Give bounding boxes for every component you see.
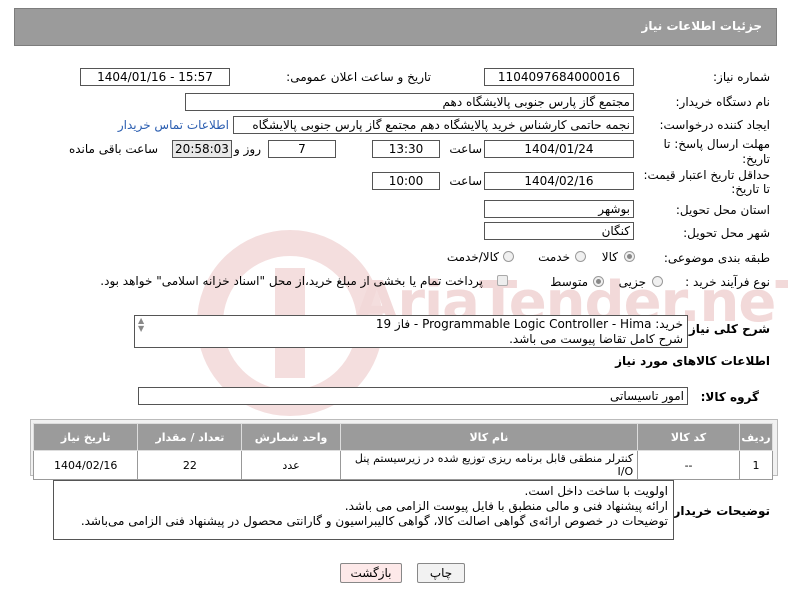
deadline-label: مهلت ارسال پاسخ: تا <box>663 137 770 151</box>
treasury-checkbox[interactable] <box>497 275 508 286</box>
province-label: استان محل تحویل: <box>675 203 770 217</box>
cell-unit: عدد <box>241 450 341 480</box>
city-label: شهر محل تحویل: <box>683 226 770 240</box>
remaining-time-label: ساعت باقی مانده <box>68 142 158 156</box>
deadline-days-field: 7 <box>268 140 336 158</box>
buyer-notes-line-2: ارائه پیشنهاد فنی و مالی منطبق با فایل پ… <box>344 499 668 513</box>
goods-group-label: گروه کالا: <box>700 390 759 404</box>
deadline-time-label: ساعت <box>449 142 482 156</box>
process-medium-radio[interactable] <box>593 276 604 287</box>
deadline-time-field: 13:30 <box>372 140 440 158</box>
scroll-arrows-icon[interactable]: ▲ ▼ <box>138 317 144 333</box>
deadline-date-field: 1404/01/24 <box>484 140 634 158</box>
description-line-2: شرح کامل تقاضا پیوست می باشد. <box>509 332 683 346</box>
category-service-radio[interactable] <box>575 251 586 262</box>
page-title: جزئیات اطلاعات نیاز <box>641 19 762 33</box>
category-goods-radio[interactable] <box>624 251 635 262</box>
validity-time-label: ساعت <box>449 174 482 188</box>
validity-time-field: 10:00 <box>372 172 440 190</box>
buyer-notes-line-3: توضیحات در خصوص ارائه‌ی گواهی اصالت کالا… <box>80 514 668 528</box>
requester-label: ایجاد کننده درخواست: <box>659 118 770 132</box>
remaining-time-field: 20:58:03 <box>172 140 232 158</box>
description-field: خرید: Programmable Logic Controller - Hi… <box>134 315 688 348</box>
goods-group-field: امور تاسیساتی <box>138 387 688 405</box>
col-code: کد کالا <box>637 423 740 451</box>
cell-code: -- <box>637 450 740 480</box>
page-header: جزئیات اطلاعات نیاز <box>14 8 777 46</box>
announce-label: تاریخ و ساعت اعلان عمومی: <box>286 70 431 84</box>
need-number-label: شماره نیاز: <box>713 70 770 84</box>
validity-label-2: تا تاریخ: <box>731 182 770 196</box>
buyer-notes-label: توضیحات خریدار: <box>668 504 770 518</box>
goods-info-title: اطلاعات کالاهای مورد نیاز <box>615 354 770 368</box>
col-row: ردیف <box>738 423 774 451</box>
category-goods-label: کالا <box>601 250 618 264</box>
city-field: کنگان <box>484 222 634 240</box>
category-service-label: خدمت <box>538 250 570 264</box>
process-minor-radio[interactable] <box>652 276 663 287</box>
requester-field: نجمه حاتمی کارشناس خرید پالایشگاه دهم مج… <box>233 116 634 134</box>
back-button[interactable]: بازگشت <box>340 563 402 583</box>
cell-date: 1404/02/16 <box>32 450 139 480</box>
category-both-label: کالا/خدمت <box>446 250 499 264</box>
category-label: طبقه بندی موضوعی: <box>663 251 770 265</box>
process-medium-label: متوسط <box>550 275 588 289</box>
province-field: بوشهر <box>484 200 634 218</box>
process-label: نوع فرآیند خرید : <box>685 275 770 289</box>
description-line-1: خرید: Programmable Logic Controller - Hi… <box>375 317 683 331</box>
buyer-contact-link[interactable]: اطلاعات تماس خریدار <box>118 118 229 132</box>
buyer-notes-field: اولویت با ساخت داخل است. ارائه پیشنهاد ف… <box>53 480 674 540</box>
items-table: تاریخ نیاز تعداد / مقدار واحد شمارش نام … <box>32 423 774 480</box>
category-both-radio[interactable] <box>503 251 514 262</box>
validity-date-field: 1404/02/16 <box>484 172 634 190</box>
cell-name: کنترلر منطقی قابل برنامه ریزی توزیع شده … <box>339 450 639 480</box>
buyer-notes-line-1: اولویت با ساخت داخل است. <box>524 484 668 498</box>
treasury-note: پرداخت تمام یا بخشی از مبلغ خرید،از محل … <box>100 274 483 288</box>
cell-qty: 22 <box>137 450 243 480</box>
buyer-org-label: نام دستگاه خریدار: <box>675 95 771 109</box>
validity-label: حداقل تاریخ اعتبار قیمت: <box>643 168 770 182</box>
cell-row: 1 <box>738 450 774 480</box>
need-number-field: 1104097684000016 <box>484 68 634 86</box>
table-row[interactable]: 1404/02/16 22 عدد کنترلر منطقی قابل برنا… <box>32 450 774 480</box>
print-button[interactable]: چاپ <box>417 563 465 583</box>
process-minor-label: جزیی <box>618 275 646 289</box>
col-date: تاریخ نیاز <box>32 423 139 451</box>
deadline-days-label: روز و <box>234 142 261 156</box>
col-qty: تعداد / مقدار <box>137 423 243 451</box>
buyer-org-field: مجتمع گاز پارس جنوبی پالایشگاه دهم <box>185 93 634 111</box>
deadline-label-2: تاریخ: <box>742 152 770 166</box>
col-name: نام کالا <box>339 423 639 451</box>
announce-field: 1404/01/16 - 15:57 <box>80 68 230 86</box>
col-unit: واحد شمارش <box>241 423 341 451</box>
description-label: شرح کلی نیاز: <box>684 322 770 336</box>
